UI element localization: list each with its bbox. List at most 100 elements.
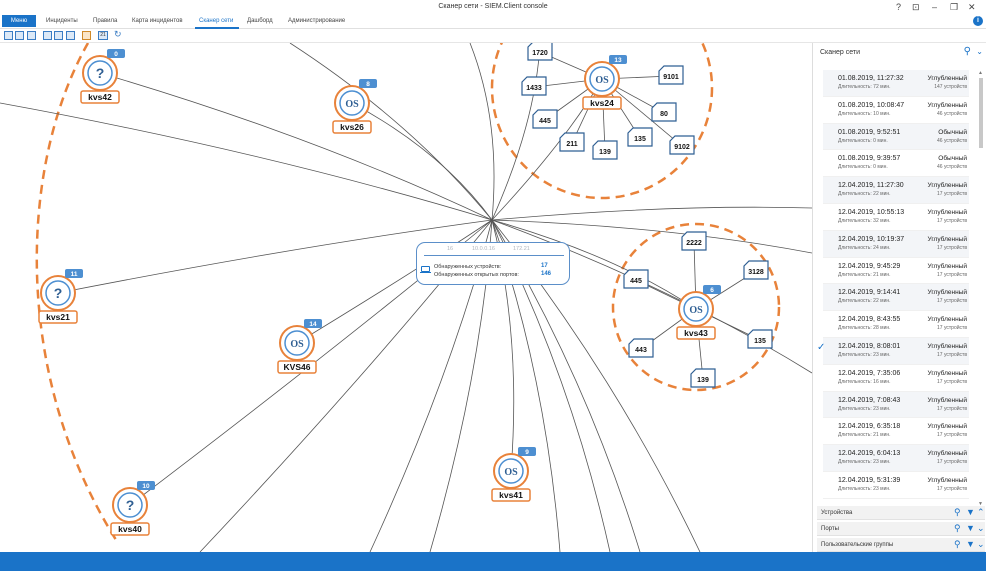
scan-datetime: 12.04.2019, 7:08:43 <box>838 396 901 404</box>
port-label: 2222 <box>686 240 702 247</box>
scan-list-item[interactable]: 12.04.2019, 6:04:13 Длительность: 23 мин.… <box>823 445 969 472</box>
scan-devices: 17 устройств <box>937 298 967 305</box>
refresh-icon[interactable]: ↻ <box>114 30 123 39</box>
scan-list-item[interactable]: 12.04.2019, 10:55:13 Длительность: 32 мин… <box>823 204 969 231</box>
nav-incidents[interactable]: Инциденты <box>46 18 78 24</box>
question-mark: ? <box>126 497 135 513</box>
scan-summary-box[interactable]: 16 10.0.0.16 172.21 Обнаруженных устройс… <box>416 242 570 285</box>
menu-button[interactable]: Меню <box>2 15 36 27</box>
scrollbar[interactable]: ▲ ▼ <box>977 70 985 507</box>
scan-list-item[interactable]: 12.04.2019, 10:19:37 Длительность: 24 мин… <box>823 230 969 258</box>
scan-list-item[interactable]: 01.08.2019, 9:39:57 Длительность: 0 мин. О… <box>823 150 969 178</box>
search-icon[interactable]: ⚲ <box>954 523 961 534</box>
settings-icon[interactable] <box>82 31 91 40</box>
scan-datetime: 01.08.2019, 11:27:32 <box>838 75 904 82</box>
chevron-up-icon[interactable]: ⌃ <box>977 507 985 518</box>
title-bar: Сканер сети - SIEM.Client console ? ⊡ – … <box>0 0 986 14</box>
network-map-canvas[interactable]: 1720 1433 445 211 139 135 80 9101 9102 2222 3128 44… <box>0 43 812 552</box>
scroll-up-icon[interactable]: ▲ <box>978 70 983 76</box>
chevron-down-icon[interactable]: ⌄ <box>977 539 985 550</box>
host-name: KVS46 <box>284 362 311 372</box>
question-mark: ? <box>96 65 105 81</box>
connection-line <box>469 43 495 221</box>
scan-datetime: 12.04.2019, 10:19:37 <box>838 235 905 243</box>
section-devices[interactable]: Устройства ⚲ ▼ ⌃ <box>817 506 985 520</box>
scan-datetime: 12.04.2019, 6:35:18 <box>838 423 901 431</box>
devices-value: 17 <box>541 263 548 269</box>
scan-list-item[interactable]: 12.04.2019, 9:14:41 Длительность: 22 мин.… <box>823 284 969 312</box>
nav-dashboard[interactable]: Дашборд <box>247 18 273 24</box>
window-title: Сканер сети - SIEM.Client console <box>438 3 548 10</box>
maximize-icon[interactable]: ❐ <box>950 1 958 13</box>
nav-rules[interactable]: Правила <box>93 18 117 24</box>
filter-icon[interactable]: ▼ <box>966 539 975 549</box>
info-icon[interactable]: i <box>973 16 983 26</box>
scan-duration: Длительность: 72 мин. <box>838 84 891 90</box>
minimize-icon[interactable]: – <box>932 1 937 13</box>
search-icon[interactable]: ⚲ <box>964 46 971 57</box>
scan-datetime: 12.04.2019, 5:31:39 <box>838 476 901 484</box>
scan-duration: Длительность: 21 мин. <box>838 432 891 439</box>
layout-icon[interactable]: ⊡ <box>912 1 920 13</box>
table-view-icon[interactable] <box>27 31 36 40</box>
help-icon[interactable]: ? <box>896 1 901 13</box>
scan-devices: 17 устройств <box>937 378 967 385</box>
chevron-down-icon[interactable]: ⌄ <box>976 47 983 56</box>
scan-list-item[interactable]: 12.04.2019, 7:35:06 Длительность: 16 мин.… <box>823 365 969 392</box>
port-label: 1720 <box>532 50 548 57</box>
app-window: { "window": {"title": "Сканер сети - SIE… <box>0 0 986 571</box>
host-name: kvs24 <box>590 98 614 108</box>
scan-datetime: 12.04.2019, 8:43:55 <box>838 316 901 324</box>
laptop-icon <box>420 266 431 273</box>
scan-devices: 46 устройств <box>937 110 967 117</box>
nav-network-scanner[interactable]: Сканер сети <box>199 18 233 24</box>
scan-list-item[interactable]: 12.04.2019, 7:08:43 Длительность: 23 мин.… <box>823 391 969 419</box>
badge-count: 13 <box>614 57 622 64</box>
export-icon[interactable] <box>43 31 52 40</box>
scan-devices: 17 устройств <box>937 325 967 332</box>
scan-list-item[interactable]: 12.04.2019, 8:08:01 Длительность: 23 мин.… <box>817 337 969 365</box>
host-name: kvs40 <box>118 524 142 534</box>
connection-line <box>491 206 812 221</box>
scan-list-item[interactable]: 12.04.2019, 5:31:39 Длительность: 23 мин.… <box>823 472 969 499</box>
scan-mode: Углубленный <box>927 75 967 82</box>
scan-datetime: 12.04.2019, 9:14:41 <box>838 289 901 297</box>
import-icon[interactable] <box>54 31 63 40</box>
scan-list-item[interactable]: 12.04.2019, 8:43:55 Длительность: 28 мин.… <box>823 311 969 338</box>
scan-datetime: 12.04.2019, 10:55:13 <box>838 208 905 216</box>
close-icon[interactable]: ✕ <box>968 1 976 13</box>
connection-line <box>99 72 493 221</box>
scan-list-item[interactable]: 01.08.2019, 9:52:51 Длительность: 0 мин. О… <box>823 123 969 151</box>
filter-icon[interactable]: ▼ <box>966 507 975 517</box>
print-icon[interactable] <box>66 31 75 40</box>
scan-mode: Углубленный <box>927 396 967 404</box>
search-icon[interactable]: ⚲ <box>954 507 961 518</box>
search-icon[interactable]: ⚲ <box>954 539 961 550</box>
nav-incident-map[interactable]: Карта инцидентов <box>132 18 183 24</box>
question-mark: ? <box>54 285 63 301</box>
scrollbar-thumb[interactable] <box>979 78 983 148</box>
section-ports[interactable]: Порты ⚲ ▼ ⌄ <box>817 522 985 536</box>
scan-list-item[interactable]: 12.04.2019, 9:45:29 Длительность: 21 мин.… <box>823 258 969 285</box>
port-label: 139 <box>697 377 709 384</box>
scan-history-list: 01.08.2019, 11:27:32 Длительность: 72 мин… <box>813 70 979 507</box>
port-label: 135 <box>634 136 646 143</box>
badge-count: 6 <box>710 287 714 294</box>
section-user-groups[interactable]: Пользовательские группы ⚲ ▼ ⌄ <box>817 538 985 552</box>
port-label: 1433 <box>526 85 542 92</box>
list-view-icon[interactable] <box>15 31 24 40</box>
scan-list-item[interactable]: 01.08.2019, 10:08:47 Длительность: 10 мин… <box>823 97 969 124</box>
scan-list-item[interactable]: 12.04.2019, 6:35:18 Длительность: 21 мин.… <box>823 418 969 446</box>
scan-mode: Углубленный <box>927 101 967 109</box>
port-label: 9101 <box>663 74 679 81</box>
section-label: Пользовательские группы <box>821 542 894 548</box>
nav-administration[interactable]: Администрирование <box>288 18 345 24</box>
calendar-icon[interactable]: 21 <box>98 31 108 40</box>
scan-list-item[interactable]: 01.08.2019, 11:27:32 Длительность: 72 мин… <box>823 70 969 97</box>
chevron-down-icon[interactable]: ⌄ <box>977 523 985 534</box>
scan-list-item[interactable]: 12.04.2019, 11:27:30 Длительность: 22 мин… <box>823 177 969 204</box>
filter-icon[interactable]: ▼ <box>966 523 975 533</box>
section-label: Порты <box>821 526 839 532</box>
scan-mode: Углубленный <box>927 235 967 243</box>
grid-view-icon[interactable] <box>4 31 13 40</box>
